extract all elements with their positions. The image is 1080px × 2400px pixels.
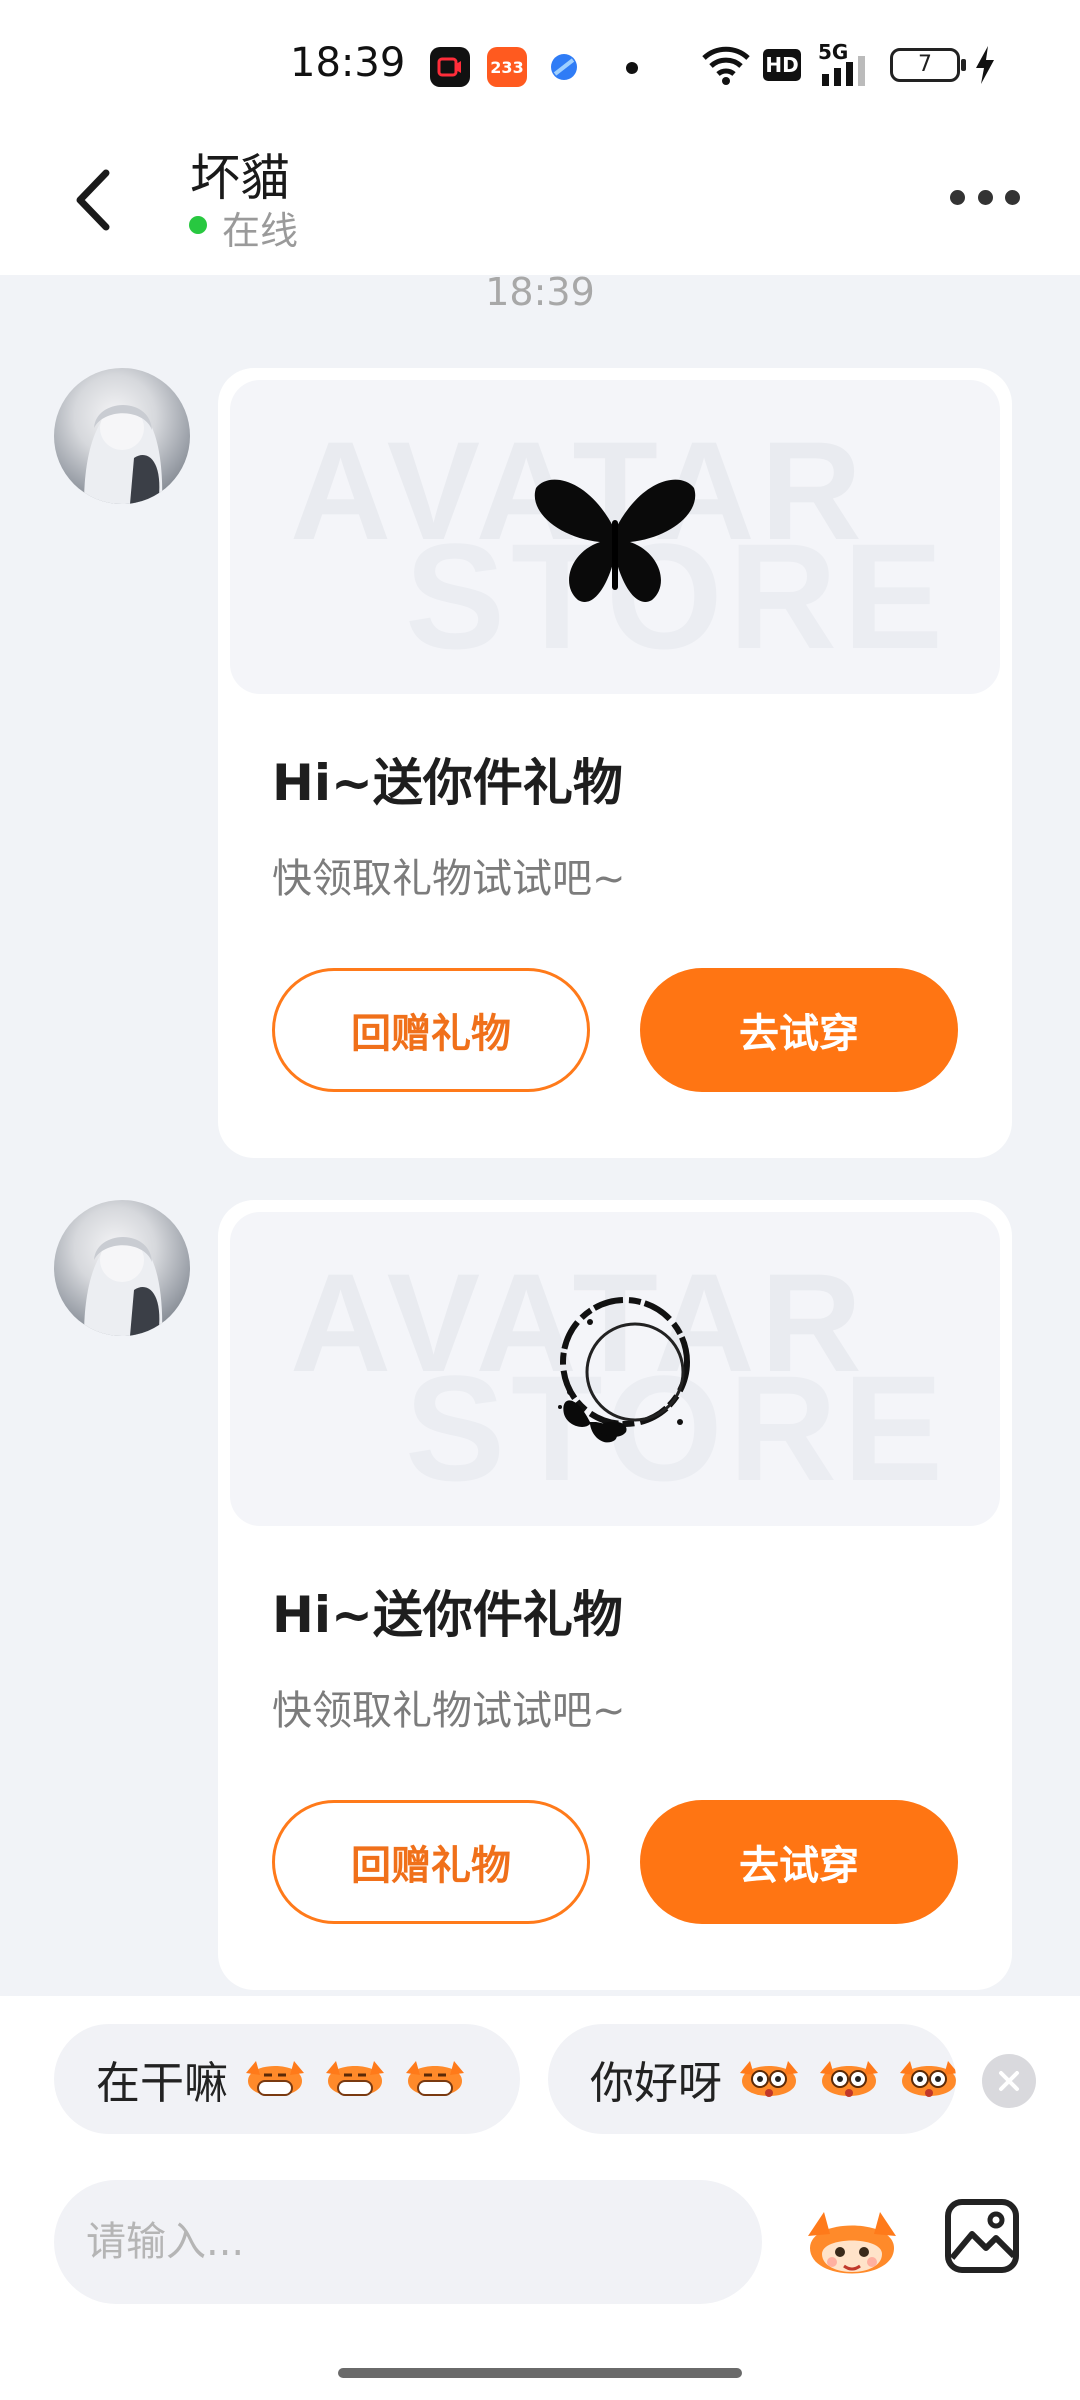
quick-reply-chip[interactable]: 你好呀 (548, 2024, 956, 2134)
online-status-dot (189, 216, 207, 234)
message-input[interactable] (54, 2180, 762, 2304)
chat-header: 坏貓 在线 (0, 130, 1080, 275)
close-quick-replies-icon[interactable] (982, 2054, 1036, 2108)
grinning-mascot-icon (246, 2061, 304, 2096)
grinning-mascot-icon (406, 2061, 464, 2096)
gift-preview-image[interactable]: AVATAR STORE (230, 1212, 1000, 1526)
browser-app-icon (544, 47, 584, 87)
butterfly-icon (534, 479, 696, 602)
image-icon[interactable] (944, 2198, 1020, 2274)
presence-label: 在线 (222, 209, 299, 253)
home-indicator[interactable] (338, 2368, 742, 2378)
gift-subtitle: 快领取礼物试试吧~ (272, 856, 626, 902)
camera-app-icon (430, 47, 470, 87)
surprised-mascot-icon (900, 2061, 956, 2097)
quick-reply-text: 你好呀 (590, 2058, 722, 2109)
app-233-icon: 233 (487, 47, 527, 87)
notification-dot (626, 62, 638, 74)
wifi-icon (702, 46, 750, 85)
mascot-emoji-icon[interactable] (800, 2192, 904, 2296)
surprised-mascot-icon (820, 2061, 878, 2097)
quick-reply-chip[interactable]: 在干嘛 (54, 2024, 520, 2134)
signal-icon (822, 56, 865, 86)
gift-card: AVATAR STORE Hi~送你件礼物 快领取礼物试试吧~ 回赠礼物 去试穿 (218, 1200, 1012, 1990)
status-time: 18:39 (290, 40, 406, 86)
message-timestamp: 18:39 (485, 270, 595, 314)
quick-reply-text: 在干嘛 (96, 2058, 228, 2109)
try-on-button[interactable]: 去试穿 (640, 1800, 958, 1924)
composer-panel: 在干嘛 你好呀 (0, 1996, 1080, 2400)
message-input-box[interactable] (54, 2180, 762, 2304)
gift-preview-image[interactable]: AVATAR STORE (230, 380, 1000, 694)
sender-avatar[interactable] (54, 368, 190, 504)
back-icon[interactable] (70, 165, 120, 235)
more-options-icon[interactable] (950, 182, 1020, 212)
return-gift-button[interactable]: 回赠礼物 (272, 968, 590, 1092)
gift-subtitle: 快领取礼物试试吧~ (272, 1688, 626, 1734)
battery-icon: 7 (890, 48, 966, 82)
gift-card: AVATAR STORE Hi~送你件礼物 快领取礼物试试吧~ 回赠礼物 去试穿 (218, 368, 1012, 1158)
charging-icon (976, 46, 994, 84)
surprised-mascot-icon (740, 2061, 798, 2097)
sender-avatar[interactable] (54, 1200, 190, 1336)
gift-title: Hi~送你件礼物 (272, 1586, 623, 1644)
grinning-mascot-icon (326, 2061, 384, 2096)
status-bar: 18:39 233 HD 5G 7 (0, 0, 1080, 130)
try-on-button[interactable]: 去试穿 (640, 968, 958, 1092)
return-gift-button[interactable]: 回赠礼物 (272, 1800, 590, 1924)
gift-title: Hi~送你件礼物 (272, 754, 623, 812)
hd-icon: HD (763, 49, 801, 81)
moon-butterfly-icon (558, 1297, 690, 1443)
